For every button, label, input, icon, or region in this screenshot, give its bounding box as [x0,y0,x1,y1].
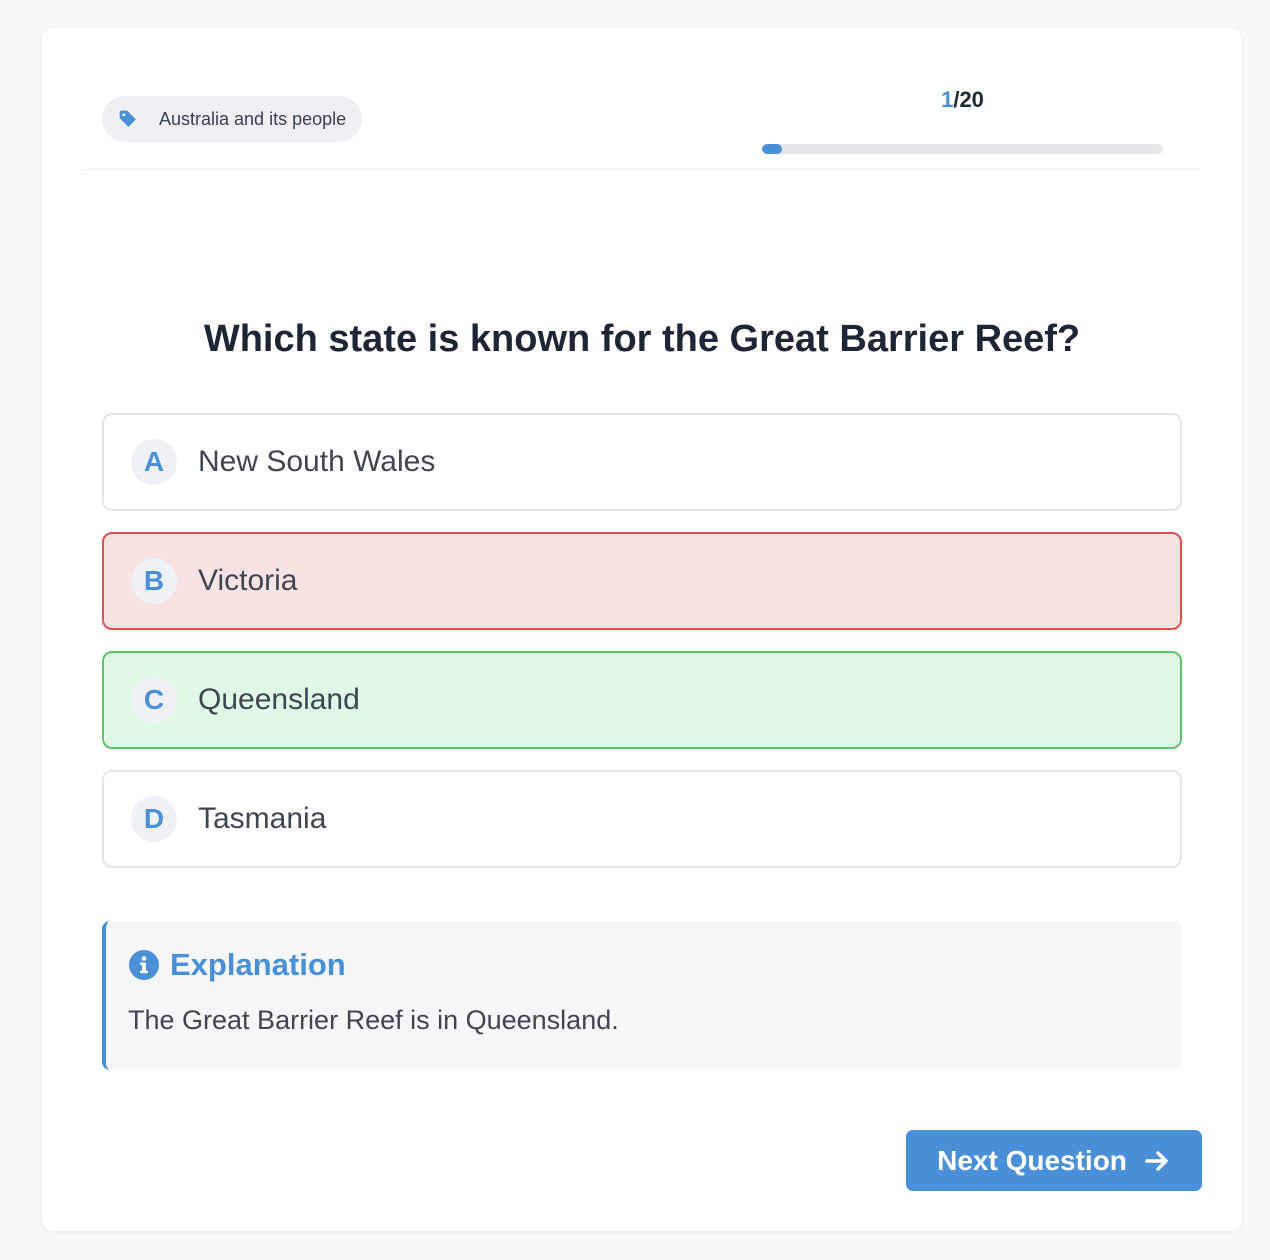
option-d[interactable]: D Tasmania [102,770,1182,868]
option-text: Queensland [198,683,360,716]
quiz-card: Australia and its people 1/20 Which stat… [42,28,1242,1231]
progress-counter: 1/20 [762,86,1163,114]
answer-options: A New South Wales B Victoria C Queenslan… [102,413,1182,889]
option-c[interactable]: C Queensland [102,651,1182,749]
option-text: New South Wales [198,445,436,478]
explanation-header: Explanation [128,947,1182,983]
progress-bar [762,144,1163,154]
arrow-right-icon [1145,1150,1168,1171]
question-text: Which state is known for the Great Barri… [203,318,1081,360]
explanation-title: Explanation [170,947,346,982]
option-a[interactable]: A New South Wales [102,413,1182,511]
option-text: Tasmania [198,802,327,835]
quiz-header: Australia and its people 1/20 [82,28,1202,170]
next-question-button[interactable]: Next Question [906,1130,1202,1191]
category-badge: Australia and its people [102,96,363,142]
option-letter: B [131,558,177,604]
option-letter: A [131,439,177,485]
tag-icon [119,110,136,127]
next-question-label: Next Question [937,1144,1127,1176]
info-icon [129,950,159,980]
option-text: Victoria [198,564,298,597]
option-letter: D [131,796,177,842]
option-letter: C [131,677,177,723]
explanation-box: Explanation The Great Barrier Reef is in… [102,921,1182,1070]
progress-bar-fill [762,144,783,154]
progress-total: 20 [959,87,984,112]
progress-current: 1 [941,87,954,112]
option-b[interactable]: B Victoria [102,532,1182,630]
explanation-text: The Great Barrier Reef is in Queensland. [128,1005,619,1035]
category-label: Australia and its people [159,108,347,129]
progress-indicator: 1/20 [762,86,1163,154]
